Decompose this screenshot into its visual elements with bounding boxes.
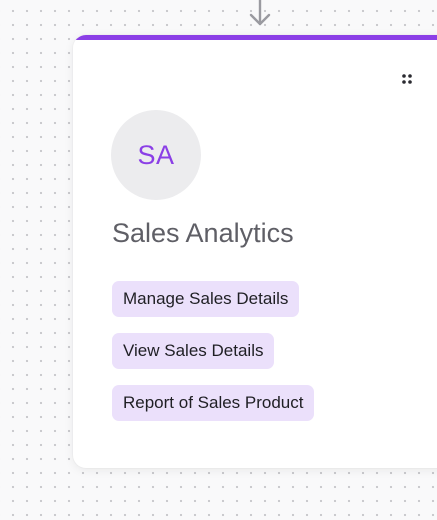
arrow-down-icon (249, 0, 271, 26)
drag-handle-icon[interactable] (400, 72, 414, 86)
action-tag-manage-sales-details[interactable]: Manage Sales Details (112, 281, 300, 317)
avatar-initials: SA (137, 139, 175, 170)
sales-analytics-node[interactable]: SA Sales Analytics Manage Sales Details … (73, 35, 437, 468)
action-tag-list: Manage Sales Details View Sales Details … (112, 281, 315, 437)
node-title: Sales Analytics (112, 218, 294, 248)
action-tag-view-sales-details[interactable]: View Sales Details (112, 333, 275, 369)
node-accent-bar (73, 35, 437, 40)
action-tag-report-of-sales-product[interactable]: Report of Sales Product (112, 385, 315, 421)
flow-canvas[interactable]: SA Sales Analytics Manage Sales Details … (0, 0, 437, 520)
avatar: SA (111, 110, 201, 200)
